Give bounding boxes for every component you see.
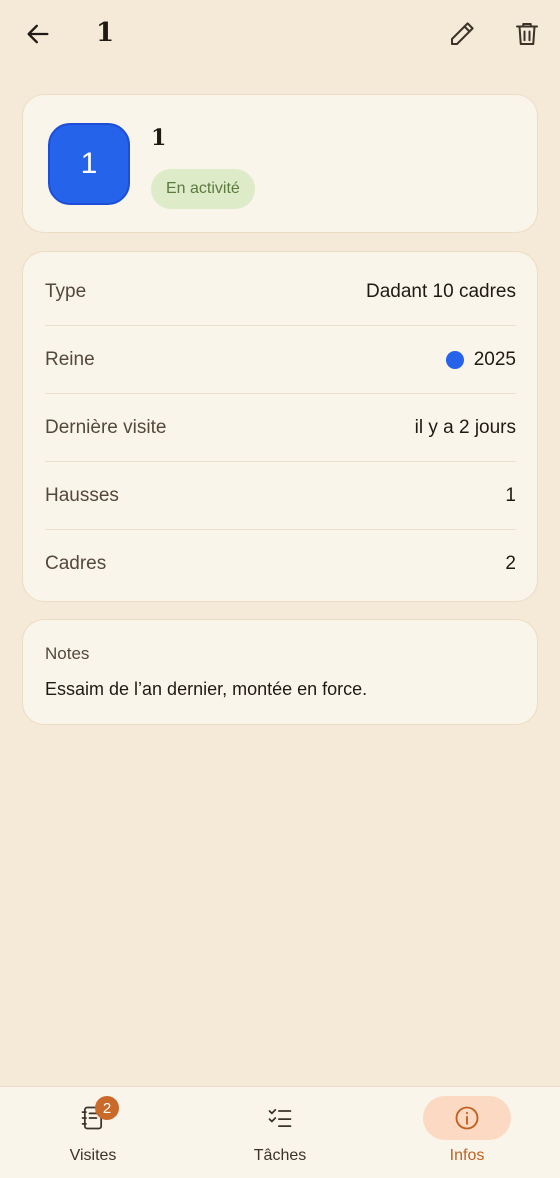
detail-row-frames: Cadres 2 [45,529,516,597]
hive-details-card: Type Dadant 10 cadres Reine 2025 Dernièr… [22,251,538,602]
hive-number-badge: 1 [48,123,130,205]
notes-card: Notes Essaim de l’an dernier, montée en … [22,619,538,725]
nav-item-info[interactable]: Infos [374,1087,560,1178]
hive-summary-card: 1 1 En activité [22,94,538,233]
nav-icon-container [49,1096,137,1140]
detail-value: 1 [505,484,516,506]
back-button[interactable] [20,16,56,52]
visits-count-badge: 2 [95,1096,119,1120]
detail-label: Hausses [45,484,119,506]
page-title: 1 [96,18,115,48]
hive-name: 1 [151,125,167,151]
detail-label: Type [45,281,87,302]
bottom-navigation: 2 Visites Tâches Infos [0,1086,560,1178]
nav-icon-container [423,1096,511,1140]
nav-item-tasks[interactable]: Tâches [187,1087,373,1178]
info-icon [455,1106,479,1130]
checklist-icon [268,1108,292,1128]
nav-label: Infos [449,1147,485,1164]
nav-label: Tâches [253,1147,307,1164]
detail-value: 2 [505,552,516,574]
notes-label: Notes [45,644,90,663]
delete-button[interactable] [507,14,547,54]
detail-label: Dernière visite [45,416,167,438]
trash-icon [516,23,538,45]
detail-label: Reine [45,348,95,370]
detail-value-wrap: 2025 [445,348,516,371]
detail-row-type: Type Dadant 10 cadres [45,258,516,326]
status-badge: En activité [151,169,255,209]
detail-value: Dadant 10 cadres [366,281,516,302]
queen-color-dot [445,350,464,369]
top-app-bar: 1 [0,0,560,70]
nav-item-visits[interactable]: 2 Visites [0,1087,186,1178]
detail-row-supers: Hausses 1 [45,461,516,529]
detail-value: 2025 [473,348,516,370]
edit-button[interactable] [442,14,482,54]
arrow-left-icon [27,24,49,44]
detail-value: il y a 2 jours [414,416,516,438]
nav-label: Visites [69,1147,117,1164]
nav-icon-container [236,1096,324,1140]
pencil-icon [451,22,474,45]
detail-row-queen: Reine 2025 [45,325,516,393]
notes-text: Essaim de l’an dernier, montée en force. [45,679,368,699]
detail-row-last-visit: Dernière visite il y a 2 jours [45,393,516,461]
detail-label: Cadres [45,552,107,574]
